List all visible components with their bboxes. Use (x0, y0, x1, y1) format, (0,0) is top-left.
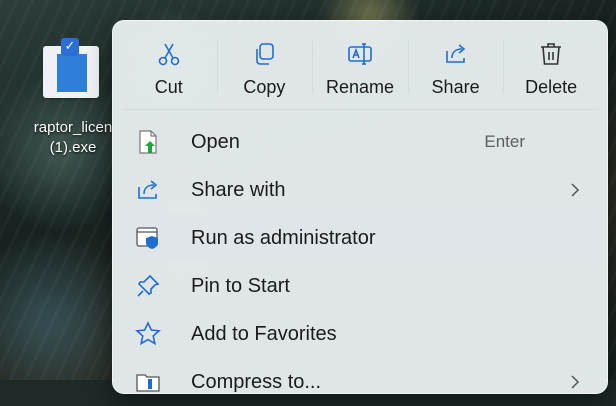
delete-label: Delete (525, 77, 578, 97)
menu-item-label: Pin to Start (191, 274, 290, 297)
share-label: Share (431, 77, 480, 97)
scissors-icon (158, 43, 180, 66)
rename-icon (348, 43, 372, 65)
menu-item-open[interactable]: Open Enter (121, 118, 599, 166)
rename-button[interactable]: Rename (312, 21, 408, 109)
open-file-icon (139, 130, 157, 154)
menu-item-label: Open (191, 130, 240, 153)
copy-icon (256, 43, 275, 65)
context-menu-items: Open Enter Share with Run as administrat… (113, 110, 607, 406)
share-with-icon (138, 180, 158, 199)
chevron-right-icon (571, 183, 580, 197)
pin-icon (137, 274, 160, 297)
zip-folder-icon (136, 374, 160, 392)
menu-item-share-with[interactable]: Share with (121, 166, 599, 214)
share-icon (445, 44, 465, 63)
menu-item-label: Run as administrator (191, 226, 376, 249)
menu-item-label: Share with (191, 178, 286, 201)
context-menu: Cut Copy Rename Share Delete Open Enter … (112, 20, 608, 394)
copy-label: Copy (243, 77, 286, 97)
chevron-right-icon (571, 375, 580, 389)
star-icon (135, 321, 161, 346)
menu-item-compress-to[interactable]: Compress to... (121, 358, 599, 406)
rename-label: Rename (325, 77, 394, 97)
shield-icon (136, 227, 158, 249)
selected-checkbox-icon[interactable]: ✓ (61, 38, 79, 56)
exe-file-icon: ✓ (37, 38, 109, 102)
copy-button[interactable]: Copy (216, 21, 313, 109)
context-menu-toolbar: Cut Copy Rename Share Delete (121, 21, 599, 110)
shortcut-hint: Enter (484, 132, 525, 151)
trash-icon (541, 43, 562, 65)
menu-item-label: Compress to... (191, 370, 322, 393)
menu-item-run-as-administrator[interactable]: Run as administrator (121, 214, 599, 262)
menu-item-label: Add to Favorites (191, 322, 337, 345)
cut-label: Cut (154, 77, 183, 97)
share-button[interactable]: Share (407, 21, 504, 109)
menu-item-pin-to-start[interactable]: Pin to Start (121, 262, 599, 310)
menu-item-add-to-favorites[interactable]: Add to Favorites (121, 310, 599, 358)
delete-button[interactable]: Delete (503, 21, 599, 109)
cut-button[interactable]: Cut (121, 21, 217, 109)
